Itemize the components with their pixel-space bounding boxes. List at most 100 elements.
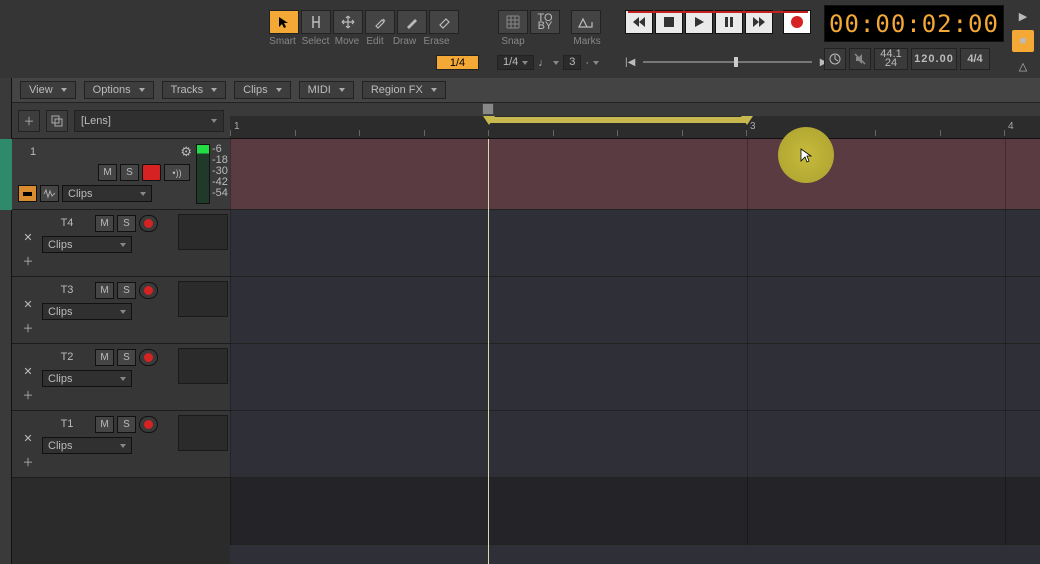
meter-labels: -6 -18 -30 -42 -54	[212, 144, 228, 199]
record-indicator[interactable]: ■	[1012, 30, 1034, 52]
track-settings-icon[interactable]: ⚙	[180, 144, 192, 160]
regionfx-menu[interactable]: Region FX	[362, 81, 446, 99]
lane-empty[interactable]	[230, 478, 1040, 545]
duplicate-track-button[interactable]	[46, 110, 68, 132]
snap-value-dropdown[interactable]: 1/4	[497, 55, 534, 70]
tracks-menu[interactable]: Tracks	[162, 81, 227, 99]
solo-button[interactable]: S	[120, 164, 139, 181]
play-button[interactable]	[685, 10, 713, 34]
smart-tool[interactable]	[269, 10, 299, 34]
pause-button[interactable]	[715, 10, 743, 34]
options-menu[interactable]: Options	[84, 81, 154, 99]
snap-to-by-button[interactable]: TOBY	[530, 10, 560, 34]
seek-slider[interactable]	[643, 61, 811, 63]
track-thumbnail	[178, 281, 228, 317]
solo-button[interactable]: S	[117, 416, 136, 433]
stop-button[interactable]	[655, 10, 683, 34]
add-below-button[interactable]: ＋	[23, 253, 34, 269]
panel-header: ＋ [Lens]	[12, 103, 230, 139]
mute-button[interactable]: M	[98, 164, 117, 181]
waveform-button[interactable]	[40, 185, 59, 202]
lane-t4[interactable]	[230, 210, 1040, 277]
add-below-button[interactable]: ＋	[23, 320, 34, 336]
clips-dropdown[interactable]: Clips	[62, 185, 152, 202]
audio-engine-button[interactable]	[824, 48, 846, 70]
mute-button[interactable]: M	[95, 349, 114, 366]
lane-t2[interactable]	[230, 344, 1040, 411]
clips-dropdown[interactable]: Clips	[42, 370, 132, 387]
metronome-icon[interactable]: △	[1012, 55, 1034, 77]
timesig-display[interactable]: 4/4	[960, 48, 990, 70]
db-label: -54	[212, 188, 228, 199]
midi-menu[interactable]: MIDI	[299, 81, 354, 99]
loop-start-marker[interactable]	[483, 116, 495, 125]
grid-line	[1005, 139, 1006, 545]
edit-tool[interactable]	[365, 10, 395, 34]
playhead[interactable]	[488, 139, 489, 564]
sub-track-t1[interactable]: ✕ ＋ T1 M S Clips	[12, 411, 230, 478]
add-track-button[interactable]: ＋	[18, 110, 40, 132]
tempo-display[interactable]: 120.00	[911, 48, 957, 70]
remove-track-button[interactable]: ✕	[23, 231, 32, 244]
arm-record-button[interactable]	[139, 349, 158, 366]
lane-t3[interactable]	[230, 277, 1040, 344]
arm-record-button[interactable]	[139, 416, 158, 433]
remove-track-button[interactable]: ✕	[23, 298, 32, 311]
sub-track-t2[interactable]: ✕ ＋ T2 M S Clips	[12, 344, 230, 411]
forward-button[interactable]	[745, 10, 773, 34]
view-menu[interactable]: View	[20, 81, 76, 99]
menu-label: Region FX	[371, 84, 423, 96]
expand-sidebar-button[interactable]: ▶	[1012, 5, 1034, 27]
time-display[interactable]: 00:00:02:00	[824, 5, 1004, 42]
solo-button[interactable]: S	[117, 215, 136, 232]
ruler-tick	[488, 130, 489, 136]
sr-display[interactable]: 44.124	[874, 48, 908, 70]
solo-button[interactable]: S	[117, 349, 136, 366]
snap-triplet-dropdown[interactable]: 3	[563, 55, 581, 70]
arm-record-button[interactable]	[142, 164, 161, 181]
clips-dropdown[interactable]: Clips	[42, 437, 132, 454]
mute-button[interactable]: M	[95, 215, 114, 232]
ruler[interactable]: 1 3 4	[230, 103, 1040, 139]
move-tool[interactable]	[333, 10, 363, 34]
arm-record-button[interactable]	[139, 282, 158, 299]
remove-track-button[interactable]: ✕	[23, 365, 32, 378]
erase-tool[interactable]	[429, 10, 459, 34]
lens-dropdown[interactable]: [Lens]	[74, 110, 224, 132]
arm-record-button[interactable]	[139, 215, 158, 232]
sub-track-t4[interactable]: ✕ ＋ T4 M S Clips	[12, 210, 230, 277]
lane-t1[interactable]	[230, 411, 1040, 478]
seek-handle[interactable]	[734, 57, 738, 67]
note-duration[interactable]: 1/4	[436, 55, 479, 70]
clips-menu[interactable]: Clips	[234, 81, 290, 99]
seek-start-button[interactable]: |◀	[625, 57, 635, 68]
solo-button[interactable]: S	[117, 282, 136, 299]
menu-label: MIDI	[308, 84, 331, 96]
timeline[interactable]: 1 3 4	[230, 103, 1040, 564]
track-1[interactable]: 1 ⚙ M S •)) Clips -6 -18 -30 -42	[12, 139, 230, 210]
add-below-button[interactable]: ＋	[23, 387, 34, 403]
clips-dropdown[interactable]: Clips	[42, 236, 132, 253]
rewind-button[interactable]	[625, 10, 653, 34]
mute-button[interactable]: M	[95, 416, 114, 433]
now-marker-handle[interactable]	[482, 103, 494, 115]
loop-region[interactable]	[488, 117, 747, 123]
loop-end-marker[interactable]	[741, 116, 753, 125]
mute-button[interactable]: M	[95, 282, 114, 299]
lane-1[interactable]	[230, 139, 1040, 210]
snap-grid-button[interactable]	[498, 10, 528, 34]
monitor-button[interactable]: •))	[164, 164, 190, 181]
sub-track-t3[interactable]: ✕ ＋ T3 M S Clips	[12, 277, 230, 344]
add-below-button[interactable]: ＋	[23, 454, 34, 470]
track-thumbnail	[178, 348, 228, 384]
record-button[interactable]	[783, 10, 811, 34]
clips-dropdown[interactable]: Clips	[42, 303, 132, 320]
landmarks-button[interactable]	[571, 10, 601, 34]
select-tool[interactable]	[301, 10, 331, 34]
clips-text: Clips	[68, 188, 92, 200]
mute-indicator[interactable]	[849, 48, 871, 70]
draw-tool[interactable]	[397, 10, 427, 34]
automation-read-button[interactable]	[18, 185, 37, 202]
select-label: Select	[299, 36, 332, 47]
remove-track-button[interactable]: ✕	[23, 432, 32, 445]
